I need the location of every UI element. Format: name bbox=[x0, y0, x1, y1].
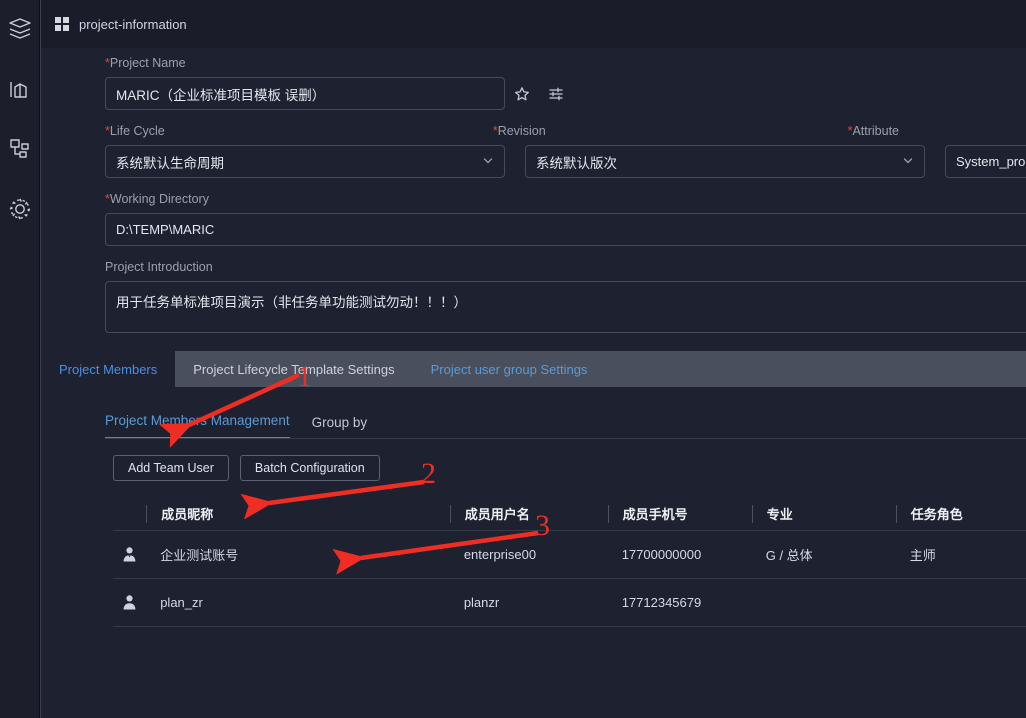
table-header-username[interactable]: 成员用户名 bbox=[449, 504, 608, 523]
panel-header: project-information bbox=[41, 0, 1026, 48]
chart-icon[interactable] bbox=[5, 74, 35, 104]
outer-tab-bar: Project Members Project Lifecycle Templa… bbox=[41, 351, 1026, 387]
life-cycle-select[interactable]: 系统默认生命周期 bbox=[105, 145, 505, 178]
project-name-input[interactable]: MARIC（企业标准项目模板 误删） bbox=[105, 77, 505, 110]
table-header-role[interactable]: 任务角色 bbox=[895, 504, 1026, 523]
tab-project-user-group-settings[interactable]: Project user group Settings bbox=[413, 351, 606, 387]
sliders-icon[interactable] bbox=[539, 79, 573, 109]
cell-role: 主师 bbox=[909, 548, 936, 563]
chevron-down-icon bbox=[902, 154, 914, 169]
cell-username: planzr bbox=[463, 595, 500, 610]
selects-input-row: 系统默认生命周期 系统默认版次 System_prop bbox=[41, 145, 1026, 178]
project-name-row: MARIC（企业标准项目模板 误删） bbox=[41, 77, 1026, 110]
add-team-user-button[interactable]: Add Team User bbox=[113, 455, 229, 481]
attribute-label: *Attribute bbox=[847, 124, 899, 138]
page-title: project-information bbox=[79, 16, 187, 32]
user-filled-icon bbox=[113, 546, 146, 563]
selects-label-row: *Life Cycle *Revision *Attribute bbox=[41, 124, 1026, 145]
table-header-major[interactable]: 专业 bbox=[751, 504, 896, 523]
inner-tab-divider bbox=[105, 438, 1026, 439]
attribute-input[interactable]: System_propert bbox=[945, 145, 1026, 178]
project-form: *Project Name MARIC（企业标准项目模板 误删） *Life C… bbox=[41, 48, 1026, 333]
cell-phone: 17712345679 bbox=[621, 595, 702, 610]
hierarchy-icon[interactable] bbox=[5, 134, 35, 164]
inner-tab-bar: Project Members Management Group by bbox=[41, 413, 1026, 439]
cell-username: enterprise00 bbox=[463, 547, 537, 562]
working-directory-input[interactable]: D:\TEMP\MARIC bbox=[105, 213, 1026, 246]
cell-major: G / 总体 bbox=[765, 548, 813, 563]
layers-icon[interactable] bbox=[5, 14, 35, 44]
chevron-down-icon bbox=[482, 154, 494, 169]
members-table: 成员昵称 成员用户名 成员手机号 专业 任务角色 企业测试账号 enterpri… bbox=[41, 497, 1026, 627]
tab-project-members-management[interactable]: Project Members Management bbox=[105, 413, 290, 439]
life-cycle-label: *Life Cycle bbox=[105, 124, 165, 138]
tab-project-lifecycle-template-settings[interactable]: Project Lifecycle Template Settings bbox=[175, 351, 412, 387]
batch-configuration-button[interactable]: Batch Configuration bbox=[239, 455, 380, 481]
user-plain-icon bbox=[113, 594, 146, 611]
project-introduction-label: Project Introduction bbox=[105, 260, 213, 274]
members-toolbar: Add Team User Batch Configuration bbox=[41, 455, 1026, 481]
gear-icon[interactable] bbox=[5, 194, 35, 224]
cell-nickname: plan_zr bbox=[160, 595, 203, 610]
tab-group-by[interactable]: Group by bbox=[312, 415, 368, 439]
table-header-row: 成员昵称 成员用户名 成员手机号 专业 任务角色 bbox=[113, 497, 1026, 531]
table-row[interactable]: 企业测试账号 enterprise00 17700000000 G / 总体 主… bbox=[113, 531, 1026, 579]
project-introduction-textarea[interactable]: 用于任务单标准项目演示（非任务单功能测试勿动！！！） bbox=[105, 281, 1026, 333]
app-root: project-information *Project Name MARIC（… bbox=[0, 0, 1026, 718]
revision-select[interactable]: 系统默认版次 bbox=[525, 145, 925, 178]
table-header-phone[interactable]: 成员手机号 bbox=[607, 504, 752, 523]
table-header-nickname[interactable]: 成员昵称 bbox=[146, 504, 450, 523]
cell-phone: 17700000000 bbox=[621, 547, 702, 562]
table-row[interactable]: plan_zr planzr 17712345679 bbox=[113, 579, 1026, 627]
star-icon[interactable] bbox=[505, 79, 539, 109]
working-directory-label: *Working Directory bbox=[105, 192, 209, 206]
revision-label: *Revision bbox=[492, 124, 546, 138]
tab-project-members[interactable]: Project Members bbox=[41, 351, 176, 387]
life-cycle-value: 系统默认生命周期 bbox=[116, 155, 224, 171]
main-panel: project-information *Project Name MARIC（… bbox=[40, 0, 1026, 718]
grid-icon bbox=[55, 17, 69, 31]
project-name-label: *Project Name bbox=[105, 56, 186, 70]
revision-value: 系统默认版次 bbox=[536, 155, 617, 171]
left-sidebar bbox=[0, 0, 40, 718]
cell-nickname: 企业测试账号 bbox=[160, 548, 239, 563]
